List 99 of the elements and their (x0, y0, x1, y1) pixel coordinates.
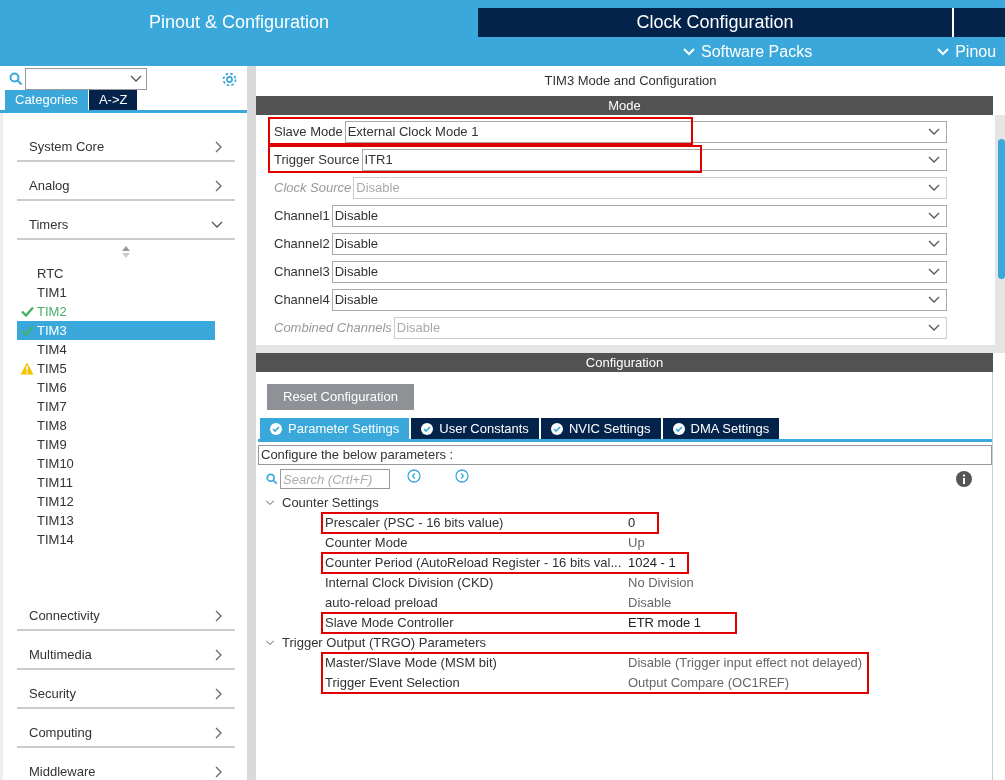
timer-item[interactable]: TIM13 (17, 511, 215, 530)
parameter-name: Counter Period (AutoReload Register - 16 bits val... (325, 554, 623, 573)
chevron-down-icon (928, 128, 940, 136)
chevron-right-icon (215, 765, 223, 778)
check-circle-icon (421, 422, 434, 435)
category-item[interactable]: Multimedia (17, 631, 235, 670)
chevron-down-icon (928, 268, 940, 276)
parameter-name: Slave Mode Controller (325, 614, 455, 633)
parameter-name: Trigger Event Selection (325, 674, 461, 693)
field-label: Combined Channels (274, 319, 393, 338)
checkmark-icon (20, 306, 34, 317)
timer-item[interactable]: TIM11 (17, 473, 215, 492)
chevron-left-icon (407, 469, 421, 484)
chevron-right-icon (215, 648, 223, 661)
field-label: Channel1 (274, 207, 331, 226)
parameter-value[interactable]: ETR mode 1 (628, 613, 701, 633)
config-tab[interactable]: DMA Settings (662, 418, 780, 439)
chevron-right-icon (455, 469, 469, 484)
timer-item[interactable]: TIM14 (17, 530, 215, 549)
dropdown[interactable]: Disable (331, 205, 947, 227)
warning-icon (20, 362, 34, 375)
parameter-name: auto-reload preload (325, 594, 439, 613)
field-label: Trigger Source (274, 151, 361, 170)
dropdown[interactable]: External Clock Mode 1 (344, 121, 947, 143)
chevron-right-icon (215, 687, 223, 700)
timer-item[interactable]: TIM12 (17, 492, 215, 511)
timer-item[interactable]: TIM6 (17, 378, 215, 397)
dropdown[interactable]: Disable (331, 261, 947, 283)
category-item[interactable]: Connectivity (17, 592, 235, 631)
chevron-down-icon (928, 156, 940, 164)
chevron-down-icon (928, 296, 940, 304)
timer-item[interactable]: TIM8 (17, 416, 215, 435)
parameter-value[interactable]: 1024 - 1 (628, 553, 676, 573)
search-icon (266, 473, 278, 485)
field-label: Channel2 (274, 235, 331, 254)
config-tab[interactable]: User Constants (411, 418, 539, 439)
parameter-name: Internal Clock Division (CKD) (325, 574, 495, 593)
chevron-down-icon (928, 184, 940, 192)
parameter-value[interactable]: 0 (628, 513, 636, 533)
category-item[interactable]: System Core (17, 123, 235, 162)
dropdown[interactable]: ITR1 (361, 149, 947, 171)
field-label: Clock Source (274, 179, 353, 198)
check-circle-icon (550, 422, 563, 435)
scroll-arrows-icon (122, 246, 130, 258)
chevron-down-icon (211, 220, 223, 229)
chevron-right-icon (215, 726, 223, 739)
chevron-down-icon (937, 47, 950, 56)
timer-item[interactable]: TIM9 (17, 435, 215, 454)
config-tab[interactable]: NVIC Settings (540, 418, 661, 439)
group-toggle[interactable]: Trigger Output (TRGO) Parameters (264, 633, 992, 653)
search-icon (9, 72, 23, 86)
search-field[interactable]: Search (Crtl+F) (280, 469, 390, 489)
chevron-down-icon (130, 75, 142, 83)
parameter-value[interactable]: Output Compare (OC1REF) (628, 673, 790, 693)
timer-item[interactable]: TIM1 (17, 283, 215, 302)
timer-item[interactable]: TIM7 (17, 397, 215, 416)
section-header: Mode (256, 96, 993, 115)
category-item[interactable]: Middleware (17, 748, 235, 780)
category-item[interactable]: Analog (17, 162, 235, 201)
timer-item[interactable]: TIM5 (17, 359, 215, 378)
check-circle-icon (270, 422, 282, 435)
panel-title: TIM3 Mode and Configuration (543, 72, 718, 91)
timer-item[interactable]: RTC (17, 264, 215, 283)
dropdown[interactable]: Disable (331, 289, 947, 311)
check-circle-icon (672, 422, 685, 435)
view-tab[interactable]: A->Z (88, 90, 138, 110)
field-label: Slave Mode (274, 123, 344, 142)
category-item[interactable]: Security (17, 670, 235, 709)
field-label: Channel4 (274, 291, 331, 310)
section-header: Configuration (256, 353, 993, 372)
parameter-value[interactable]: Disable (628, 593, 672, 613)
parameter-value[interactable]: No Division (628, 573, 694, 593)
checkmark-icon (20, 325, 34, 336)
category-item[interactable]: Timers (17, 201, 235, 240)
category-item[interactable]: Computing (17, 709, 235, 748)
chevron-right-icon (215, 140, 223, 153)
dropdown[interactable]: Disable (331, 233, 947, 255)
scrollbar-thumb[interactable] (998, 139, 1005, 279)
chevron-down-icon (928, 212, 940, 220)
chevron-right-icon (215, 179, 223, 192)
group-toggle[interactable]: Counter Settings (264, 493, 992, 513)
info-icon (956, 471, 972, 487)
chevron-down-icon (928, 240, 940, 248)
chevron-down-icon (928, 324, 940, 332)
field-label: Channel3 (274, 263, 331, 282)
timer-item[interactable]: TIM10 (17, 454, 215, 473)
chevron-down-icon (683, 47, 695, 56)
timer-item[interactable]: TIM4 (17, 340, 215, 359)
parameter-name: Counter Mode (325, 534, 409, 553)
parameter-value[interactable]: Up (628, 533, 645, 553)
settings-icon (221, 70, 238, 88)
search-combo-field[interactable] (25, 68, 147, 90)
chevron-right-icon (215, 609, 223, 622)
parameter-name: Master/Slave Mode (MSM bit) (325, 654, 498, 673)
parameter-value[interactable]: Disable (Trigger input effect not delayed) (628, 653, 863, 673)
top-tab-strip (953, 8, 1005, 37)
hint-text: Configure the below parameters : (258, 445, 992, 465)
top-tab[interactable]: Clock Configuration (478, 8, 953, 37)
parameter-name: Prescaler (PSC - 16 bits value) (325, 514, 505, 533)
